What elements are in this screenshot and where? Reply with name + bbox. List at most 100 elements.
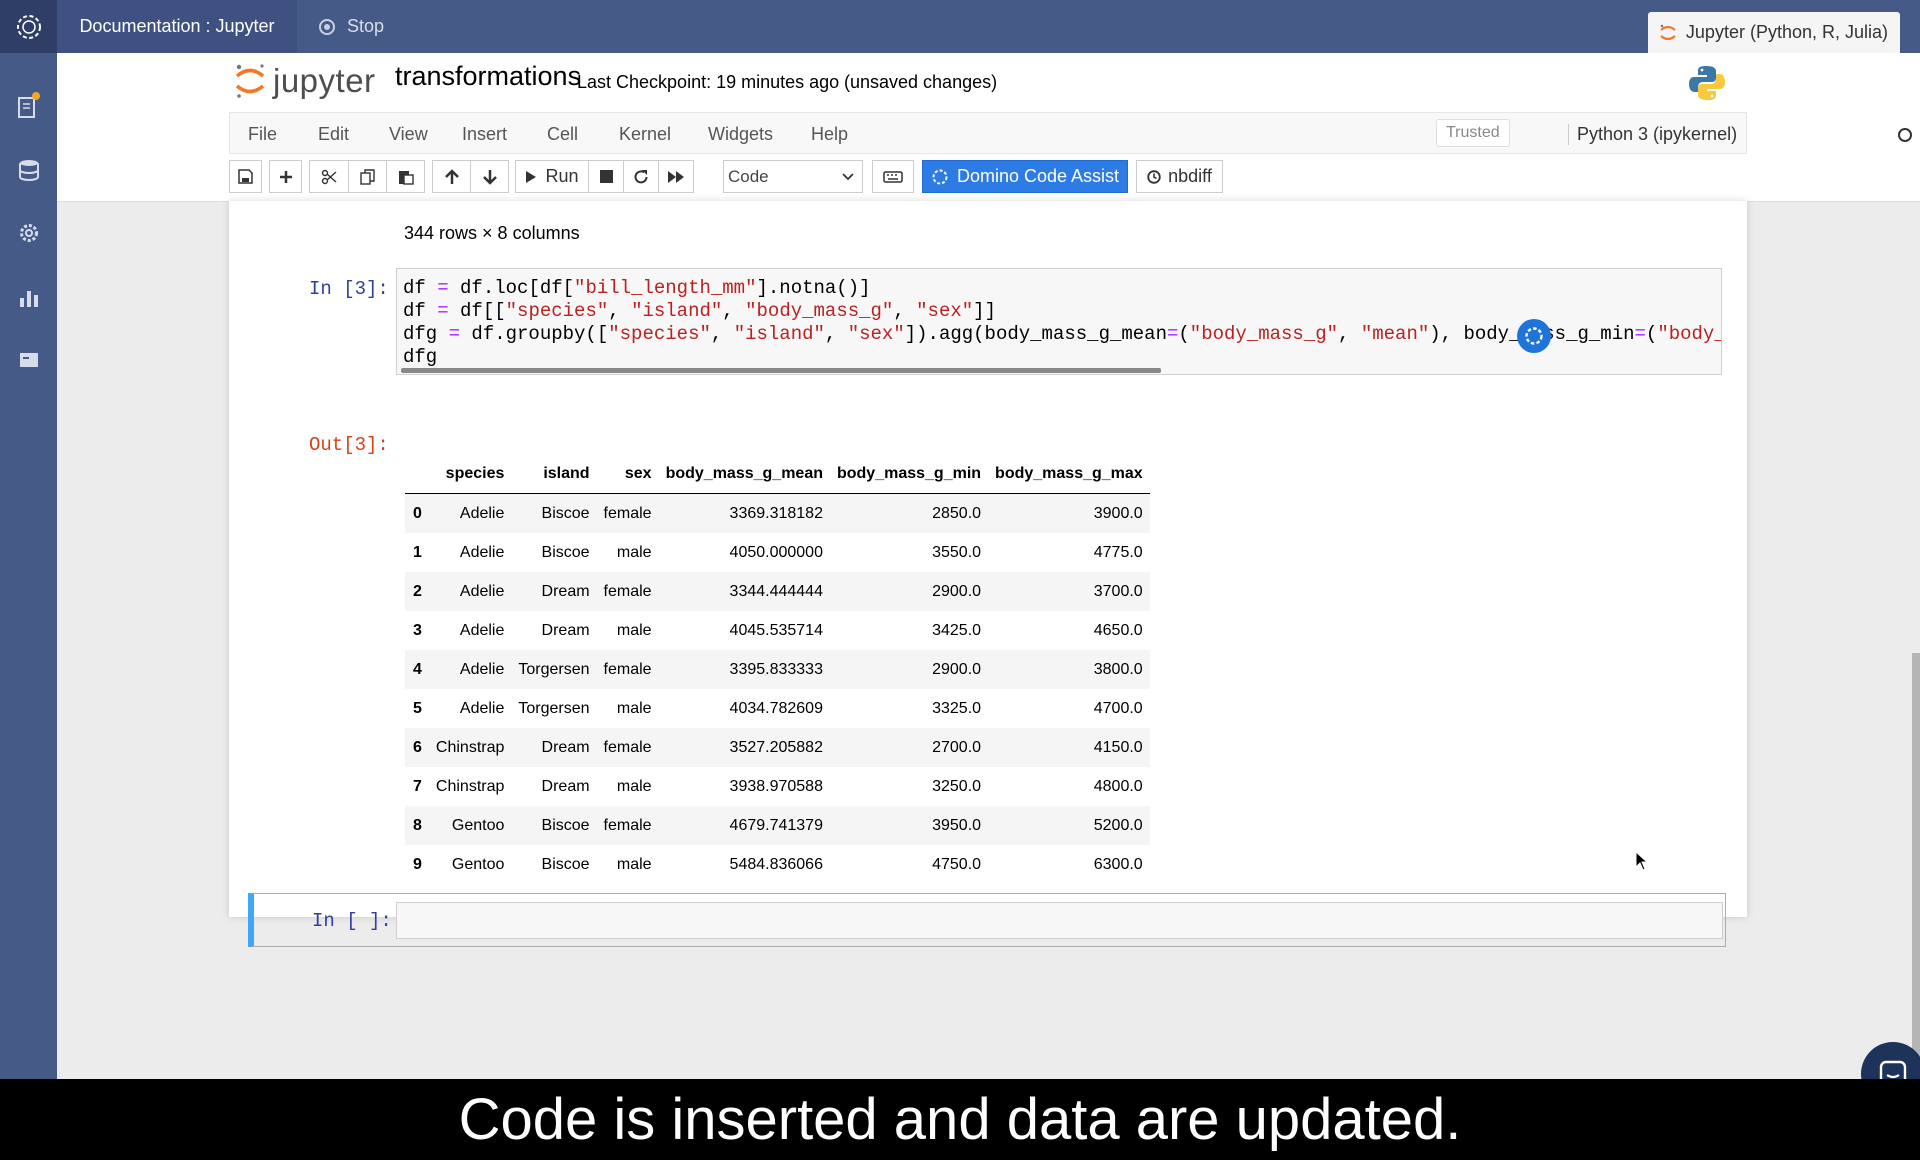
table-cell: Chinstrap	[435, 777, 505, 795]
menu-bar: File Edit View Insert Cell Kernel Widget…	[229, 112, 1912, 154]
table-cell: 4700.0	[1093, 699, 1143, 717]
domino-logo[interactable]	[0, 0, 57, 53]
chat-button[interactable]	[1861, 1042, 1920, 1079]
notebook-name[interactable]: transformations	[395, 61, 581, 92]
top-bar: Documentation : Jupyter Stop Jupyter (Py…	[0, 0, 1920, 53]
table-cell: Biscoe	[541, 855, 590, 873]
jupyter-logo[interactable]: jupyter	[233, 61, 376, 101]
table-cell: Adelie	[459, 543, 505, 561]
save-button[interactable]	[229, 160, 262, 193]
nbdiff-button[interactable]: nbdiff	[1136, 160, 1223, 193]
table-cell: 5200.0	[988, 806, 1150, 845]
table-cell: male	[616, 621, 652, 639]
menu-widgets[interactable]: Widgets	[708, 124, 773, 145]
table-cell: 2900.0	[829, 650, 989, 689]
table-row: 1 Adelie Biscoe male 4050.000000 3550.0 4775.0	[405, 533, 1150, 572]
table-row: 8 Gentoo Biscoe female 4679.741379 3950.0 5200…	[405, 806, 1150, 845]
table-cell: male	[616, 699, 652, 717]
move-up-button[interactable]	[432, 160, 471, 193]
row-index: 6	[405, 728, 429, 767]
code-cell-input[interactable]	[396, 902, 1723, 939]
page-scrollbar[interactable]	[1912, 653, 1920, 1079]
play-icon	[526, 170, 537, 183]
table-cell: 3250.0	[932, 777, 982, 795]
code-line: df = df[["species", "island", "body_mass…	[403, 300, 996, 322]
command-palette-button[interactable]	[872, 160, 914, 193]
table-cell: Adelie	[428, 572, 512, 611]
table-cell: male	[616, 777, 652, 795]
sidebar-item-charts[interactable]	[15, 283, 43, 311]
table-cell: Biscoe	[511, 493, 597, 533]
menu-cell[interactable]: Cell	[547, 124, 578, 145]
table-cell: female	[596, 806, 659, 845]
column-header: body_mass_g_max	[988, 455, 1150, 494]
menu-file[interactable]: File	[248, 124, 277, 145]
input-prompt: In [ ]:	[312, 910, 392, 932]
row-index: 3	[413, 621, 422, 639]
menu-view[interactable]: View	[389, 124, 428, 145]
run-button[interactable]: Run	[515, 160, 589, 193]
table-cell: Torgersen	[518, 699, 590, 717]
table-cell: 3369.318182	[658, 493, 830, 533]
code-assist-floating-button[interactable]	[1517, 319, 1551, 353]
kernel-status-icon	[1898, 128, 1912, 142]
code-horizontal-scrollbar[interactable]	[401, 368, 1161, 373]
table-cell: 2700.0	[829, 728, 989, 767]
notebook-panel: 344 rows × 8 columns In [3]: df = df.loc…	[229, 201, 1747, 947]
column-header	[405, 455, 429, 494]
plus-icon	[279, 170, 292, 183]
sidebar-item-apps[interactable]	[15, 346, 43, 374]
empty-code-cell[interactable]: In [ ]:	[248, 893, 1726, 947]
table-row: 3 Adelie Dream male 4045.535714 3425.0 4650.0	[405, 611, 1150, 650]
cursor-icon	[1635, 850, 1649, 871]
stop-button[interactable]: Stop	[301, 0, 411, 53]
kernel-tab[interactable]: Jupyter (Python, R, Julia)	[1647, 12, 1900, 53]
table-cell: 2900.0	[829, 572, 989, 611]
cell-type-select[interactable]: Code	[723, 160, 863, 193]
menu-insert[interactable]: Insert	[462, 124, 507, 145]
column-header: body_mass_g_min	[829, 455, 989, 494]
move-down-button[interactable]	[470, 160, 509, 193]
app-icon	[20, 353, 38, 367]
copy-button[interactable]	[348, 160, 387, 193]
sidebar-item-settings[interactable]	[15, 219, 43, 247]
table-cell: 4050.000000	[729, 543, 823, 561]
menu-help[interactable]: Help	[811, 124, 848, 145]
workspace-tab[interactable]: Documentation : Jupyter	[57, 0, 297, 53]
interrupt-button[interactable]	[588, 160, 624, 193]
stop-label: Stop	[347, 16, 385, 36]
table-cell: Biscoe	[541, 543, 590, 561]
caption-bar: Code is inserted and data are updated.	[0, 1079, 1920, 1160]
table-row: 0 Adelie Biscoe female 3369.318182 2850.0 3900…	[405, 493, 1150, 533]
sidebar-item-data[interactable]	[15, 156, 43, 184]
run-all-button[interactable]	[658, 160, 694, 193]
previous-output-summary: 344 rows × 8 columns	[404, 223, 580, 243]
menu-edit[interactable]: Edit	[318, 124, 349, 145]
table-cell: Gentoo	[428, 806, 512, 845]
checkpoint-status: Last Checkpoint: 19 minutes ago	[577, 72, 840, 92]
table-row: 6 Chinstrap Dream female 3527.205882 2700.0 41…	[405, 728, 1150, 767]
paste-button[interactable]	[386, 160, 425, 193]
kernel-name[interactable]: Python 3 (ipykernel)	[1568, 124, 1737, 145]
chevron-down-icon	[842, 173, 854, 181]
sidebar-item-workspace[interactable]	[15, 92, 43, 121]
menu-kernel[interactable]: Kernel	[619, 124, 671, 145]
table-cell: Adelie	[459, 621, 505, 639]
table-cell: Torgersen	[511, 650, 597, 689]
insert-cell-button[interactable]	[269, 160, 302, 193]
cut-button[interactable]	[309, 160, 349, 193]
clock-icon	[1147, 169, 1161, 184]
table-cell: Adelie	[428, 493, 512, 533]
domino-code-assist-button[interactable]: Domino Code Assist	[922, 160, 1128, 193]
restart-button[interactable]	[623, 160, 659, 193]
table-cell: Chinstrap	[428, 728, 512, 767]
trusted-indicator[interactable]: Trusted	[1436, 119, 1510, 147]
table-row: 4 Adelie Torgersen female 3395.833333 2900.0 3…	[405, 650, 1150, 689]
row-index: 0	[405, 493, 429, 533]
sidebar	[0, 53, 57, 1079]
code-assist-icon	[1525, 327, 1543, 345]
stop-icon	[319, 18, 335, 35]
table-cell: Dream	[511, 572, 597, 611]
table-cell: Adelie	[459, 699, 505, 717]
arrow-up-icon	[444, 168, 459, 184]
